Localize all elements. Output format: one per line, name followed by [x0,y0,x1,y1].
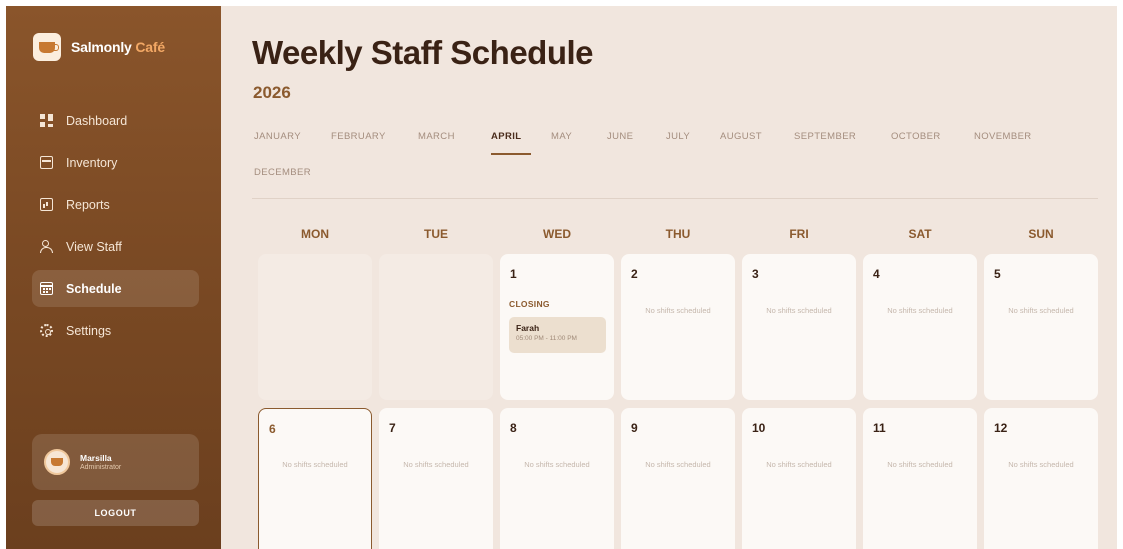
day-number: 12 [994,421,1008,435]
tab-february[interactable]: FEBRUARY [331,131,386,142]
calendar-day-5[interactable]: 5 No shifts scheduled [984,254,1098,400]
logout-button[interactable]: LOGOUT [32,500,199,526]
no-shifts-label: No shifts scheduled [645,306,711,315]
tab-january[interactable]: JANUARY [254,131,301,142]
active-month-indicator [491,153,531,155]
calendar-day-11[interactable]: 11 No shifts scheduled [863,408,977,549]
shift-card[interactable]: Farah 05:00 PM - 11:00 PM [509,317,606,353]
calendar-day-4[interactable]: 4 No shifts scheduled [863,254,977,400]
day-header-thu: THU [665,227,691,241]
calendar-day-2[interactable]: 2 No shifts scheduled [621,254,735,400]
calendar-day-3[interactable]: 3 No shifts scheduled [742,254,856,400]
brand-name-main: Salmonly [71,39,132,55]
sidebar-item-settings[interactable]: Settings [32,312,199,349]
tab-december[interactable]: DECEMBER [254,167,311,178]
day-header-fri: FRI [789,227,809,241]
staff-icon [40,240,53,253]
tab-may[interactable]: MAY [551,131,572,142]
day-number: 9 [631,421,638,435]
day-number: 10 [752,421,766,435]
tab-july[interactable]: JULY [666,131,690,142]
cafe-logo-icon [33,33,61,61]
calendar-day-6[interactable]: 6 No shifts scheduled [258,408,372,549]
shift-employee-name: Farah [516,323,540,333]
no-shifts-label: No shifts scheduled [887,460,953,469]
day-number: 7 [389,421,396,435]
calendar-icon [40,282,53,295]
tab-october[interactable]: OCTOBER [891,131,941,142]
tab-june[interactable]: JUNE [607,131,633,142]
day-header-sun: SUN [1028,227,1054,241]
no-shifts-label: No shifts scheduled [645,460,711,469]
no-shifts-label: No shifts scheduled [766,460,832,469]
gear-icon [40,324,53,337]
user-name: Marsilla [80,453,112,463]
calendar-cell-empty [379,254,493,400]
no-shifts-label: No shifts scheduled [403,460,469,469]
user-card[interactable]: Marsilla Administrator [32,434,199,490]
sidebar-nav: Dashboard Inventory Reports View Staff S… [32,102,199,354]
day-number: 11 [873,421,886,435]
app-window: Salmonly Café Dashboard Inventory Report… [6,6,1117,549]
sidebar-item-dashboard[interactable]: Dashboard [32,102,199,139]
calendar-day-9[interactable]: 9 No shifts scheduled [621,408,735,549]
avatar [44,449,70,475]
inventory-icon [40,156,53,169]
calendar-day-8[interactable]: 8 No shifts scheduled [500,408,614,549]
no-shifts-label: No shifts scheduled [1008,306,1074,315]
day-header-wed: WED [543,227,571,241]
sidebar: Salmonly Café Dashboard Inventory Report… [6,6,221,549]
reports-icon [40,198,53,211]
sidebar-item-label: Schedule [66,281,122,296]
day-number: 5 [994,267,1001,281]
day-number: 6 [269,422,276,436]
sidebar-item-reports[interactable]: Reports [32,186,199,223]
page-title: Weekly Staff Schedule [252,34,594,71]
day-header-sat: SAT [908,227,932,241]
shift-group-label: CLOSING [509,299,550,309]
tab-september[interactable]: SEPTEMBER [794,131,856,142]
day-number: 4 [873,267,880,281]
day-header-tue: TUE [424,227,448,241]
divider [252,198,1098,199]
tab-november[interactable]: NOVEMBER [974,131,1032,142]
brand: Salmonly Café [33,33,165,61]
no-shifts-label: No shifts scheduled [766,306,832,315]
day-number: 8 [510,421,517,435]
no-shifts-label: No shifts scheduled [282,460,348,469]
calendar-cell-empty [258,254,372,400]
main-content: Weekly Staff Schedule 2026 JANUARY FEBRU… [221,6,1117,549]
day-number: 1 [510,267,517,281]
brand-name: Salmonly Café [71,39,165,55]
dashboard-icon [40,114,53,127]
day-header-mon: MON [301,227,329,241]
sidebar-item-inventory[interactable]: Inventory [32,144,199,181]
sidebar-item-schedule[interactable]: Schedule [32,270,199,307]
sidebar-item-view-staff[interactable]: View Staff [32,228,199,265]
calendar-day-10[interactable]: 10 No shifts scheduled [742,408,856,549]
sidebar-item-label: Inventory [66,155,118,170]
tab-march[interactable]: MARCH [418,131,455,142]
tab-august[interactable]: AUGUST [720,131,762,142]
sidebar-item-label: Reports [66,197,110,212]
calendar-day-12[interactable]: 12 No shifts scheduled [984,408,1098,549]
year-label: 2026 [253,83,291,102]
day-number: 2 [631,267,638,281]
calendar-day-7[interactable]: 7 No shifts scheduled [379,408,493,549]
no-shifts-label: No shifts scheduled [524,460,590,469]
sidebar-item-label: View Staff [66,239,122,254]
day-number: 3 [752,267,759,281]
tab-april[interactable]: APRIL [491,131,522,142]
user-role: Administrator [80,464,122,471]
brand-name-accent: Café [135,39,165,55]
shift-time: 05:00 PM - 11:00 PM [516,335,577,342]
no-shifts-label: No shifts scheduled [1008,460,1074,469]
sidebar-item-label: Dashboard [66,113,128,128]
sidebar-item-label: Settings [66,323,112,338]
no-shifts-label: No shifts scheduled [887,306,953,315]
calendar-day-1[interactable]: 1 CLOSING Farah 05:00 PM - 11:00 PM [500,254,614,400]
